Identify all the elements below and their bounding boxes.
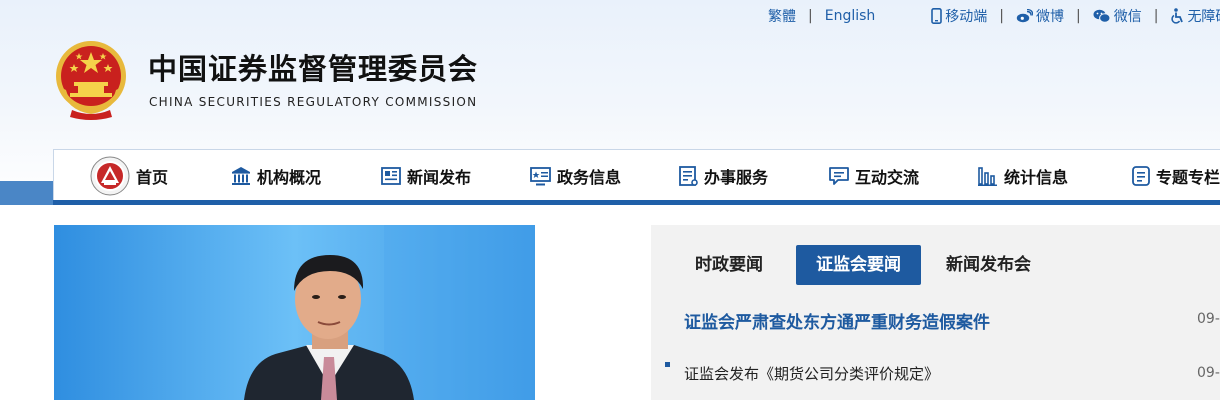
top-links-bar: 繁體 | English 移动端 | 微博 | 微信 | 无障碍: [768, 6, 1220, 26]
nav-label: 办事服务: [704, 168, 769, 187]
accessibility-link[interactable]: 无障碍: [1170, 6, 1220, 26]
nav-item-statistics[interactable]: 统计信息: [978, 150, 1068, 202]
divider: |: [1076, 8, 1081, 24]
bar-chart-icon: [978, 167, 997, 186]
tab-csrc-news[interactable]: 证监会要闻: [796, 245, 921, 285]
weibo-icon: [1016, 9, 1033, 23]
nav-item-government-info[interactable]: 政务信息: [530, 150, 621, 202]
divider: |: [999, 8, 1004, 24]
nav-label: 首页: [136, 168, 169, 187]
speaker-photo: [54, 225, 535, 400]
site-title[interactable]: 中国证券监督管理委员会: [148, 46, 478, 88]
nav-underline: [53, 200, 1220, 205]
notes-icon: [1132, 166, 1150, 186]
nav-label: 统计信息: [1004, 168, 1069, 187]
nav-item-about[interactable]: 机构概况: [231, 150, 321, 202]
nav-item-news[interactable]: 新闻发布: [381, 150, 471, 202]
national-emblem-icon[interactable]: [52, 38, 130, 120]
news-list-item[interactable]: 证监会发布《期货公司分类评价规定》: [684, 363, 939, 384]
monitor-icon: [530, 166, 551, 185]
nav-item-interaction[interactable]: 互动交流: [829, 150, 919, 202]
weibo-link[interactable]: 微博: [1016, 6, 1064, 26]
news-panel: 时政要闻 证监会要闻 新闻发布会 证监会严肃查处东方通严重财务造假案件 09- …: [651, 225, 1220, 400]
nav-label: 互动交流: [855, 168, 920, 187]
nav-item-services[interactable]: 办事服务: [679, 150, 768, 202]
nav-label: 政务信息: [557, 168, 622, 187]
newspaper-icon: [381, 167, 401, 185]
traditional-chinese-link[interactable]: 繁體: [768, 6, 796, 26]
nav-item-home[interactable]: 首页: [90, 150, 168, 202]
accessibility-icon: [1171, 8, 1184, 24]
mobile-link[interactable]: 移动端: [931, 6, 987, 26]
tab-current-affairs[interactable]: 时政要闻: [675, 245, 783, 285]
chat-icon: [829, 166, 849, 185]
tab-press-conference[interactable]: 新闻发布会: [926, 245, 1051, 285]
nav-item-special-topics[interactable]: 专题专栏: [1132, 150, 1220, 202]
site-subtitle: CHINA SECURITIES REGULATORY COMMISSION: [149, 95, 478, 109]
mobile-link-label: 移动端: [945, 9, 988, 25]
divider: |: [1153, 8, 1159, 24]
nav-label: 专题专栏: [1156, 168, 1220, 187]
main-nav: 首页 机构概况 新闻发布 政务信息 办事服务 互动交流 统计信息 专题专栏: [53, 149, 1220, 202]
news-item-date: 09-: [1197, 365, 1220, 381]
weibo-link-label: 微博: [1036, 9, 1064, 25]
wechat-link-label: 微信: [1113, 9, 1142, 25]
mobile-phone-icon: [931, 8, 943, 24]
building-icon: [232, 167, 250, 185]
header-left-stripe: [0, 181, 53, 205]
list-bullet: [665, 362, 670, 367]
english-link[interactable]: English: [825, 8, 876, 24]
document-list-icon: [679, 166, 698, 186]
divider: |: [808, 8, 813, 24]
nav-label: 新闻发布: [407, 168, 472, 187]
wechat-icon: [1093, 9, 1111, 23]
headline-date: 09-: [1197, 311, 1220, 327]
accessibility-link-label: 无障碍: [1187, 9, 1220, 25]
featured-news-photo[interactable]: [54, 225, 535, 400]
csrc-badge-icon: [90, 156, 130, 196]
wechat-link[interactable]: 微信: [1093, 6, 1142, 26]
headline-link[interactable]: 证监会严肃查处东方通严重财务造假案件: [684, 308, 990, 333]
nav-label: 机构概况: [257, 168, 322, 187]
